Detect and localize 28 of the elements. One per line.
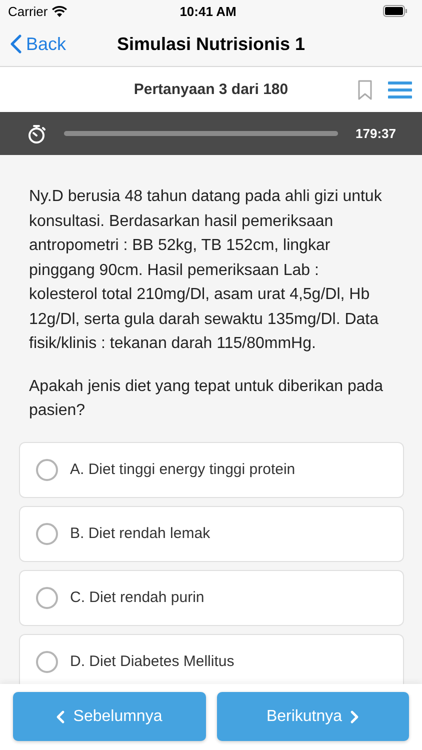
answer-option[interactable]: B. Diet rendah lemak	[19, 506, 404, 562]
option-label: B. Diet rendah lemak	[70, 525, 210, 542]
bookmark-icon[interactable]	[358, 80, 372, 100]
clock-time: 10:41 AM	[180, 4, 236, 18]
radio-button[interactable]	[36, 650, 58, 672]
option-label: A. Diet tinggi energy tinggi protein	[70, 461, 296, 478]
chevron-left-icon	[56, 710, 66, 724]
screen-title: Simulasi Nutrisionis 1	[116, 34, 306, 54]
radio-button[interactable]	[36, 458, 58, 480]
question-text: Apakah jenis diet yang tepat untuk diberikan pada pasien?	[29, 376, 384, 421]
option-label: D. Diet Diabetes Mellitus	[70, 653, 234, 670]
stopwatch-icon	[28, 124, 46, 144]
menu-icon[interactable]	[388, 80, 412, 98]
answer-option[interactable]: D. Diet Diabetes Mellitus	[19, 634, 404, 684]
answer-option[interactable]: C. Diet rendah purin	[19, 570, 404, 626]
option-label: C. Diet rendah purin	[70, 589, 204, 606]
chevron-left-icon	[10, 34, 22, 54]
chevron-right-icon	[350, 710, 360, 724]
back-button[interactable]: Back	[0, 34, 66, 54]
question-text: Ny.D berusia 48 tahun datang pada ahli gizi untuk konsultasi. Berdasarkan hasil pemeriksaan antropometri : BB 52kg, TB 152cm, lingkar pinggang 90cm. Hasil pemeriksaan Lab : kolesterol total 210mg/Dl, asam urat 4,5g/Dl, Hb 12g/Dl, serta gula darah sewaktu 135mg/Dl. Data fisik/klinis : tekanan darah 115/80mmHg.	[29, 187, 383, 354]
battery-icon	[382, 5, 408, 17]
question-counter: Pertanyaan 3 dari 180	[134, 81, 288, 98]
wifi-icon	[52, 6, 67, 16]
answer-option[interactable]: A. Diet tinggi energy tinggi protein	[19, 442, 404, 498]
carrier-label: Carrier	[8, 4, 48, 18]
radio-button[interactable]	[36, 522, 58, 544]
time-remaining: 179:37	[356, 126, 396, 141]
radio-button[interactable]	[36, 586, 58, 608]
